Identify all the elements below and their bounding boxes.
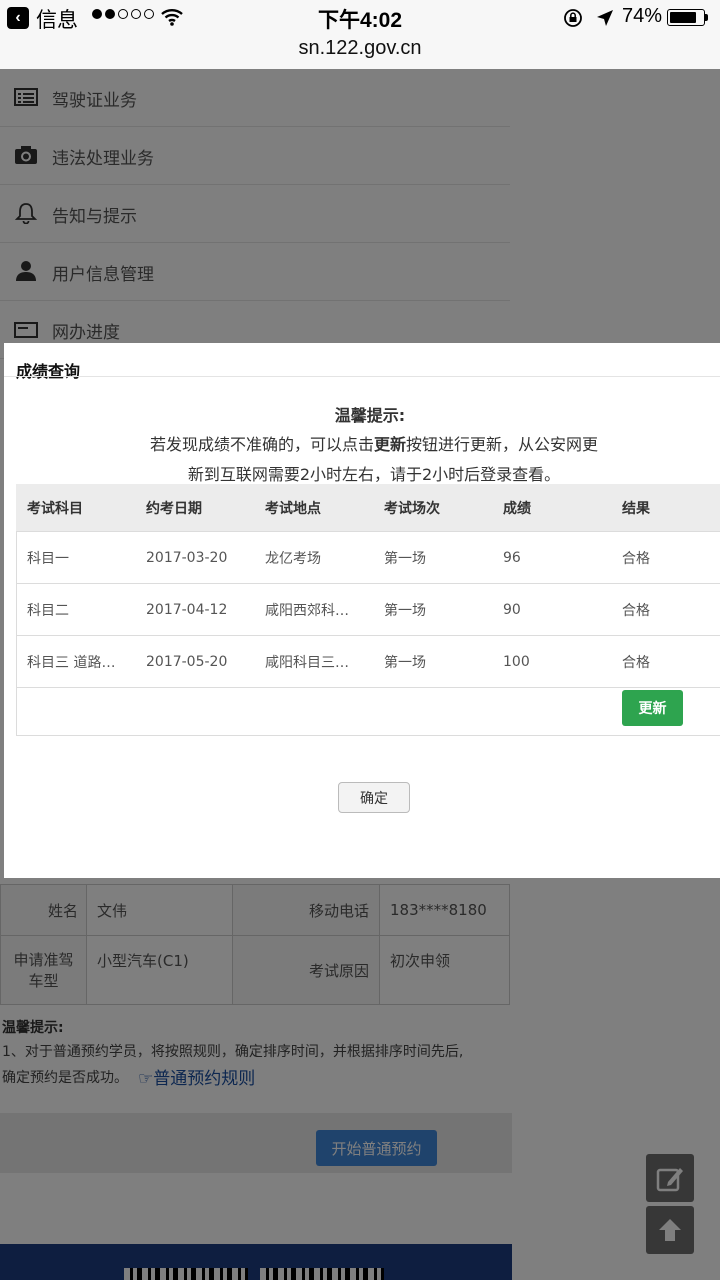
url-text: sn.122.gov.cn (298, 37, 422, 59)
notice-title: 温馨提示: (334, 406, 406, 425)
table-row: 科目二 2017-04-12 咸阳西郊科… 第一场 90 合格 (16, 583, 720, 636)
table-cell: 科目三 道路… (16, 635, 135, 688)
table-cell: 96 (492, 531, 611, 584)
notice-line-1: 若发现成绩不准确的，可以点击更新按钮进行更新，从公安网更 (4, 431, 720, 455)
table-cell: 第一场 (373, 635, 492, 688)
modal-title: 成绩查询 (16, 362, 81, 381)
table-header-row: 考试科目 约考日期 考试地点 考试场次 成绩 结果 (16, 484, 720, 532)
status-bar: ‹ 信息 下午4:02 74% (0, 0, 720, 36)
table-cell: 合格 (611, 635, 720, 688)
table-footer-row (16, 687, 720, 746)
table-row: 科目一 2017-03-20 龙亿考场 第一场 96 合格 (16, 531, 720, 584)
column-header: 结果 (611, 484, 720, 532)
update-button[interactable]: 更新 (622, 690, 683, 726)
confirm-button[interactable]: 确定 (338, 782, 410, 813)
grade-table: 考试科目 约考日期 考试地点 考试场次 成绩 结果 科目一 2017-03-20… (16, 484, 720, 746)
table-cell: 合格 (611, 531, 720, 584)
table-cell: 科目二 (16, 583, 135, 636)
battery-percent: 74% (622, 5, 663, 27)
rotation-lock-icon (564, 9, 582, 27)
column-header: 成绩 (492, 484, 611, 532)
notice-bold-text: 更新 (373, 435, 406, 454)
table-cell: 合格 (611, 583, 720, 636)
table-cell: 第一场 (373, 583, 492, 636)
column-header: 约考日期 (135, 484, 254, 532)
battery-icon (667, 9, 705, 26)
table-cell: 科目一 (16, 531, 135, 584)
column-header: 考试科目 (16, 484, 135, 532)
column-header: 考试地点 (254, 484, 373, 532)
column-header: 考试场次 (373, 484, 492, 532)
url-bar[interactable]: sn.122.gov.cn (0, 36, 720, 69)
table-cell: 龙亿考场 (254, 531, 373, 584)
table-footer-cell (16, 687, 720, 746)
grade-query-modal: 成绩查询 温馨提示: 若发现成绩不准确的，可以点击更新按钮进行更新，从公安网更 … (4, 343, 720, 878)
table-cell: 咸阳科目三… (254, 635, 373, 688)
table-row: 科目三 道路… 2017-05-20 咸阳科目三… 第一场 100 合格 (16, 635, 720, 688)
notice-line-2: 新到互联网需要2小时左右，请于2小时后登录查看。 (187, 465, 561, 484)
table-cell: 2017-04-12 (135, 583, 254, 636)
table-cell: 2017-05-20 (135, 635, 254, 688)
location-arrow-icon (597, 10, 613, 26)
table-cell: 2017-03-20 (135, 531, 254, 584)
table-cell: 咸阳西郊科… (254, 583, 373, 636)
notice-text: 若发现成绩不准确的，可以点击 (149, 435, 374, 454)
table-cell: 100 (492, 635, 611, 688)
table-cell: 第一场 (373, 531, 492, 584)
table-cell: 90 (492, 583, 611, 636)
modal-divider (4, 376, 720, 377)
notice-text: 按钮进行更新，从公安网更 (406, 435, 599, 454)
